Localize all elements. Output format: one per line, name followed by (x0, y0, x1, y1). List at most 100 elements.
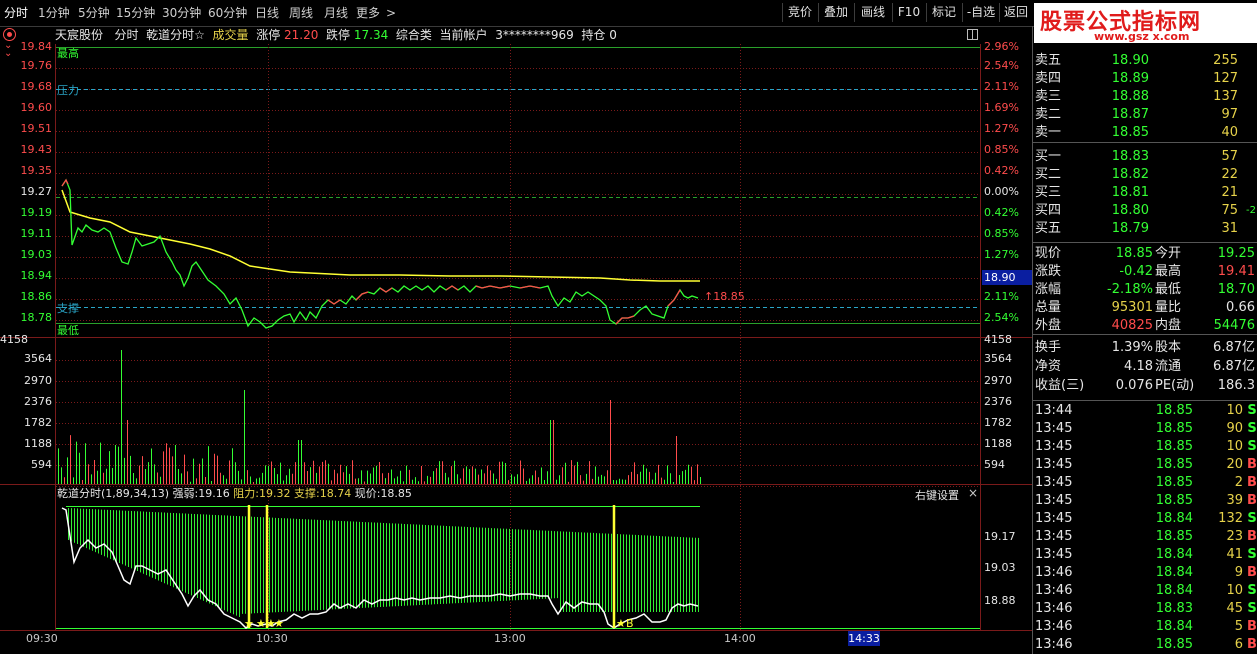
vol-axis-right-3: 2376 (984, 395, 1012, 408)
ask-row[interactable]: 卖一 18.85 40 (1033, 124, 1257, 142)
vol-axis-left-6: 594 (31, 458, 52, 471)
price-axis-left-3: 19.60 (20, 101, 53, 114)
trade-volume: 20 (1226, 457, 1243, 472)
trade-time: 13:45 (1035, 457, 1073, 472)
vol-axis-right-1: 3564 (984, 352, 1012, 365)
trade-price: 18.85 (1155, 421, 1193, 436)
quote-key: 最低 (1155, 282, 1182, 297)
intraday-chart: ★ ★ ★★ ★ B (0, 44, 1032, 631)
trade-row: 13:45 18.85 23 B (1033, 528, 1257, 546)
price-axis-left-6: 19.35 (20, 164, 53, 177)
trade-side: B (1247, 637, 1257, 652)
close-icon[interactable]: × (968, 486, 978, 500)
ask-label: 卖四 (1035, 71, 1062, 86)
quote-value: 40825 (1111, 318, 1153, 333)
time-cursor-tag: 14:33 (848, 631, 880, 646)
quote-value: -2.18% (1107, 282, 1153, 297)
resist-value: 19.32 (259, 487, 291, 500)
bid-price: 18.80 (1111, 203, 1149, 218)
vol-axis-right-5: 1188 (984, 437, 1012, 450)
price-axis-left-5: 19.43 (20, 143, 53, 156)
trade-price: 18.84 (1155, 565, 1193, 580)
trade-side: B (1247, 457, 1257, 472)
bid-label: 买三 (1035, 185, 1062, 200)
trade-time: 13:45 (1035, 493, 1073, 508)
settings-link[interactable]: 右键设置 (915, 487, 959, 503)
price-uptick-segments (61, 178, 681, 325)
sub-axis-0: 19.17 (984, 530, 1016, 543)
quote-key: 量比 (1155, 300, 1182, 315)
quote-value: 6.87亿 (1213, 359, 1255, 374)
svg-text:★: ★ (256, 617, 266, 630)
quote-key: 涨跌 (1035, 264, 1062, 279)
order-book-panel: 卖五 18.90 255 卖四 18.89 127 卖三 18.88 137 卖二 18.87 97 卖… (1032, 26, 1257, 654)
pct-axis-7: 0.00% (984, 185, 1019, 198)
quote-value: 19.25 (1217, 246, 1255, 261)
trade-side: B (1247, 475, 1257, 490)
trade-side: S (1247, 439, 1257, 454)
trade-price: 18.84 (1155, 547, 1193, 562)
bid-row[interactable]: 买四 18.80 75 -2 (1033, 202, 1257, 220)
trade-time: 13:46 (1035, 619, 1073, 634)
ask-label: 卖三 (1035, 89, 1062, 104)
pct-axis-12: 2.11% (984, 290, 1019, 303)
pct-axis-13: 2.54% (984, 311, 1019, 324)
trade-price: 18.85 (1155, 403, 1193, 418)
price-axis-left-10: 19.03 (20, 248, 53, 261)
bid-row[interactable]: 买五 18.79 31 (1033, 220, 1257, 238)
pct-axis-3: 1.69% (984, 101, 1019, 114)
trade-price: 18.85 (1155, 493, 1193, 508)
quote-key: 股本 (1155, 340, 1182, 355)
trade-volume: 9 (1234, 565, 1243, 580)
ask-volume: 127 (1213, 71, 1238, 86)
pct-axis-1: 2.54% (984, 59, 1019, 72)
ask-price: 18.87 (1111, 107, 1149, 122)
trade-time: 13:44 (1035, 403, 1073, 418)
trade-side: B (1247, 565, 1257, 580)
indicator-header: 乾道分时(1,89,34,13) 强弱:19.16 阻力:19.32 支撑:18… (57, 486, 412, 502)
ask-row[interactable]: 卖五 18.90 255 (1033, 52, 1257, 70)
trade-volume: 23 (1226, 529, 1243, 544)
trade-row: 13:45 18.85 10 S (1033, 438, 1257, 456)
trade-row: 13:45 18.85 20 B (1033, 456, 1257, 474)
bid-row[interactable]: 买一 18.83 57 (1033, 148, 1257, 166)
vol-axis-right-0: 4158 (984, 333, 1012, 346)
quote-value: 4.18 (1124, 359, 1153, 374)
resist-label: 阻力: (233, 487, 259, 500)
ask-row[interactable]: 卖二 18.87 97 (1033, 106, 1257, 124)
time-label-0930: 09:30 (26, 632, 58, 645)
vol-axis-right-6: 594 (984, 458, 1005, 471)
quote-row: 换手 1.39% 股本 6.87亿 (1033, 339, 1257, 357)
trade-side: B (1247, 529, 1257, 544)
bid-label: 买一 (1035, 149, 1062, 164)
trade-side: S (1247, 421, 1257, 436)
trade-volume: 6 (1234, 637, 1243, 652)
ask-price: 18.88 (1111, 89, 1149, 104)
trade-volume: 45 (1226, 601, 1243, 616)
trade-price: 18.85 (1155, 637, 1193, 652)
time-label-1300: 13:00 (494, 632, 526, 645)
trade-row: 13:45 18.84 132 S (1033, 510, 1257, 528)
trade-volume: 90 (1226, 421, 1243, 436)
price-axis-left-12: 18.86 (20, 290, 53, 303)
bid-price: 18.81 (1111, 185, 1149, 200)
ask-row[interactable]: 卖四 18.89 127 (1033, 70, 1257, 88)
bid-row[interactable]: 买三 18.81 21 (1033, 184, 1257, 202)
quote-key: 涨幅 (1035, 282, 1062, 297)
pct-axis-2: 2.11% (984, 80, 1019, 93)
quote-value: 1.39% (1111, 340, 1153, 355)
vol-axis-left-2: 2970 (24, 374, 52, 387)
strong-value: 19.16 (198, 487, 230, 500)
quote-value: 186.3 (1217, 378, 1255, 393)
time-label-1400: 14:00 (724, 632, 756, 645)
bid-row[interactable]: 买二 18.82 22 (1033, 166, 1257, 184)
ask-row[interactable]: 卖三 18.88 137 (1033, 88, 1257, 106)
indicator-title[interactable]: 乾道分时(1,89,34,13) (57, 487, 169, 500)
svg-text:★: ★ (244, 617, 254, 630)
pct-axis-9: 0.85% (984, 227, 1019, 240)
price-axis-left-7: 19.27 (20, 185, 53, 198)
pct-axis-5: 0.85% (984, 143, 1019, 156)
quote-key: 净资 (1035, 359, 1062, 374)
trade-time: 13:45 (1035, 529, 1073, 544)
ask-volume: 40 (1221, 125, 1238, 140)
